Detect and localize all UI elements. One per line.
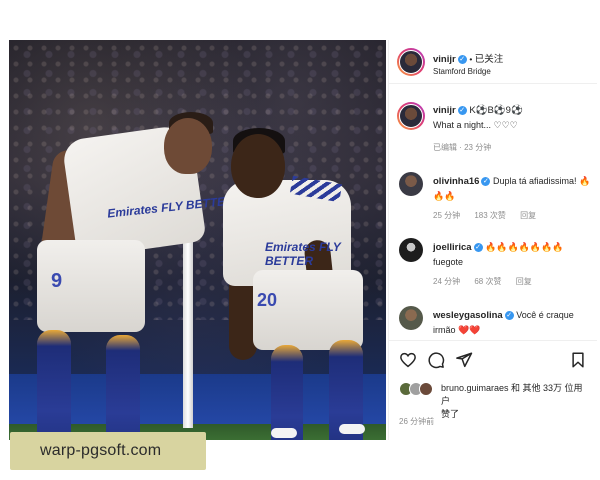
comment-item: joellirica ✓ 🔥🔥🔥🔥🔥🔥🔥 fuegote 24 分钟 68 次赞 …	[389, 238, 597, 292]
post-side-panel: vinijr ✓ • 已关注 Stamford Bridge vinijr ✓ K⚽…	[388, 40, 597, 440]
jersey-number-right: 20	[257, 290, 278, 310]
caption-avatar[interactable]	[397, 102, 425, 130]
save-bookmark-icon[interactable]	[569, 351, 587, 369]
post-timestamp[interactable]: 26 分钟前	[399, 416, 434, 427]
player-right-head	[231, 134, 285, 198]
verified-badge-icon: ✓	[457, 54, 467, 64]
player-left-sock	[106, 335, 140, 440]
player-left-head	[164, 118, 212, 174]
jersey-number-left: 9	[51, 270, 63, 292]
boot	[339, 424, 365, 434]
reply-button[interactable]: 回复	[516, 277, 532, 286]
likes-names[interactable]: bruno.guimaraes 和 其他 33万 位用户	[441, 383, 583, 406]
boot	[271, 428, 297, 438]
caption-meta: 已编辑 · 23 分钟	[433, 143, 492, 152]
likes-text: bruno.guimaraes 和 其他 33万 位用户 赞了	[441, 382, 591, 421]
post-header: vinijr ✓ • 已关注 Stamford Bridge	[389, 40, 597, 84]
author-line: vinijr ✓ • 已关注	[433, 51, 503, 65]
commenter-username[interactable]: joellirica	[433, 242, 472, 253]
comment-bubble-icon[interactable]	[427, 351, 445, 369]
comment-text: fuegote	[433, 257, 464, 267]
shirt-sponsor-right: Emirates FLY BETTER	[265, 240, 341, 268]
caption-username[interactable]: vinijr	[433, 105, 456, 116]
author-username[interactable]: vinijr	[433, 54, 456, 65]
comment-meta: 24 分钟 68 次赞 回复	[433, 276, 544, 287]
verified-badge-icon: ✓	[473, 243, 483, 253]
action-bar	[389, 340, 597, 374]
likes-text-end: 赞了	[441, 409, 460, 419]
player-left-sock	[37, 330, 71, 440]
comment-likes[interactable]: 183 次赞	[474, 211, 506, 220]
comment-body: joellirica ✓ 🔥🔥🔥🔥🔥🔥🔥 fuegote	[433, 240, 593, 269]
commenter-avatar[interactable]	[399, 238, 423, 262]
caption-code: K⚽B⚽9⚽	[469, 105, 523, 116]
comment-emoji: 🔥🔥🔥🔥🔥🔥🔥	[485, 242, 564, 252]
author-avatar[interactable]	[397, 48, 425, 76]
post-location[interactable]: Stamford Bridge	[433, 67, 491, 76]
player-right-sock	[271, 345, 303, 440]
verified-badge-icon: ✓	[457, 105, 467, 115]
liker-avatars[interactable]	[399, 382, 435, 396]
verified-badge-icon: ✓	[504, 311, 514, 321]
comment-body: olivinha16 ✓ Dupla tá afiadissima! 🔥🔥🔥	[433, 174, 593, 203]
post-photo[interactable]: Emirates FLY BETTER 9 Emirates FLY BETTE…	[9, 40, 386, 440]
reply-button[interactable]: 回复	[520, 211, 536, 220]
commenter-username[interactable]: olivinha16	[433, 176, 479, 187]
comment-time: 24 分钟	[433, 277, 461, 286]
comment-item: olivinha16 ✓ Dupla tá afiadissima! 🔥🔥🔥 25…	[389, 172, 597, 226]
share-send-icon[interactable]	[455, 351, 473, 369]
comment-meta: 25 分钟 183 次赞 回复	[433, 210, 548, 221]
comment-body: wesleygasolina ✓ Você é craque irmão ❤️❤️	[433, 308, 593, 337]
comment-likes[interactable]: 68 次赞	[474, 277, 501, 286]
commenter-avatar[interactable]	[399, 172, 423, 196]
comment-item: wesleygasolina ✓ Você é craque irmão ❤️❤️	[389, 306, 597, 338]
commenter-avatar[interactable]	[399, 306, 423, 330]
commenter-username[interactable]: wesleygasolina	[433, 310, 503, 321]
watermark: warp-pgsoft.com	[10, 432, 206, 470]
follow-status-button[interactable]: 已关注	[475, 54, 504, 65]
caption-line: vinijr ✓ K⚽B⚽9⚽	[433, 105, 523, 116]
verified-badge-icon: ✓	[481, 177, 491, 187]
caption-text: What a night... ♡♡♡	[433, 120, 518, 130]
like-heart-icon[interactable]	[399, 351, 417, 369]
liker-avatar	[419, 382, 433, 396]
comment-time: 25 分钟	[433, 211, 461, 220]
